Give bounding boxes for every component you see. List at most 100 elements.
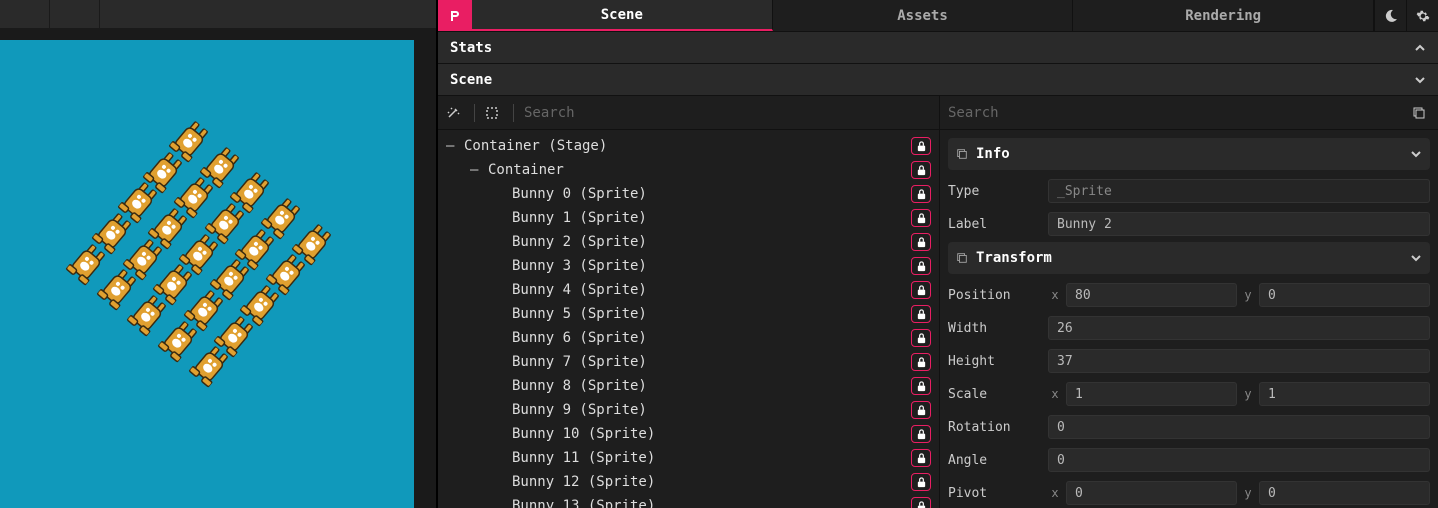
moon-icon — [1384, 9, 1398, 23]
label-field[interactable]: Bunny 2 — [1048, 212, 1430, 236]
tree-item-label: Bunny 9 (Sprite) — [512, 402, 911, 418]
props-search-row — [940, 96, 1438, 130]
tab-bar: Scene Assets Rendering — [438, 0, 1438, 32]
viewport-area — [0, 0, 436, 508]
scene-tree[interactable]: —Container (Stage)—ContainerBunny 0 (Spr… — [438, 130, 939, 508]
rotation-label: Rotation — [948, 420, 1044, 435]
info-section-header[interactable]: Info — [948, 138, 1430, 170]
lock-icon[interactable] — [911, 281, 931, 299]
scale-label: Scale — [948, 387, 1044, 402]
chevron-down-icon — [1410, 148, 1422, 160]
tree-item-sprite[interactable]: Bunny 11 (Sprite) — [438, 446, 939, 470]
tree-item-label: Bunny 6 (Sprite) — [512, 330, 911, 346]
tree-item-label: Bunny 1 (Sprite) — [512, 210, 911, 226]
tree-item-label: Container (Stage) — [464, 138, 911, 154]
height-field[interactable]: 37 — [1048, 349, 1430, 373]
lock-icon[interactable] — [911, 473, 931, 491]
type-field: _Sprite — [1048, 179, 1430, 203]
lock-icon[interactable] — [911, 233, 931, 251]
props-search-input[interactable] — [948, 105, 1402, 121]
lock-icon[interactable] — [911, 329, 931, 347]
stats-section-header[interactable]: Stats — [438, 32, 1438, 64]
tree-item-sprite[interactable]: Bunny 1 (Sprite) — [438, 206, 939, 230]
scene-canvas[interactable] — [0, 40, 414, 508]
tree-search-row — [438, 96, 939, 130]
theme-toggle-button[interactable] — [1374, 0, 1406, 31]
pivot-label: Pivot — [948, 486, 1044, 501]
lock-icon[interactable] — [911, 377, 931, 395]
chevron-down-icon — [1414, 74, 1426, 86]
pivot-x-field[interactable]: 0 — [1066, 481, 1237, 505]
tree-item-sprite[interactable]: Bunny 7 (Sprite) — [438, 350, 939, 374]
copy-icon — [956, 148, 968, 160]
transform-section-header[interactable]: Transform — [948, 242, 1430, 274]
tree-item-sprite[interactable]: Bunny 10 (Sprite) — [438, 422, 939, 446]
lock-icon[interactable] — [911, 257, 931, 275]
lock-icon[interactable] — [911, 425, 931, 443]
tree-search-input[interactable] — [524, 105, 931, 121]
tree-item-label: Bunny 13 (Sprite) — [512, 498, 911, 508]
lock-icon[interactable] — [911, 137, 931, 155]
tree-item-sprite[interactable]: Bunny 5 (Sprite) — [438, 302, 939, 326]
tree-item-sprite[interactable]: Bunny 2 (Sprite) — [438, 230, 939, 254]
tab-rendering[interactable]: Rendering — [1073, 0, 1374, 31]
copy-icon[interactable] — [1412, 106, 1430, 120]
lock-icon[interactable] — [911, 353, 931, 371]
tree-item-label: Bunny 7 (Sprite) — [512, 354, 911, 370]
copy-icon — [956, 252, 968, 264]
viewport-toolbar — [0, 0, 436, 28]
tree-item-sprite[interactable]: Bunny 12 (Sprite) — [438, 470, 939, 494]
selection-box-icon[interactable] — [485, 106, 503, 120]
tree-item-label: Bunny 4 (Sprite) — [512, 282, 911, 298]
lock-icon[interactable] — [911, 449, 931, 467]
scene-tree-column: —Container (Stage)—ContainerBunny 0 (Spr… — [438, 96, 940, 508]
collapse-toggle-icon[interactable]: — — [470, 162, 484, 178]
tab-assets[interactable]: Assets — [773, 0, 1074, 31]
info-title: Info — [976, 146, 1010, 162]
rotation-field[interactable]: 0 — [1048, 415, 1430, 439]
tree-item-label: Bunny 12 (Sprite) — [512, 474, 911, 490]
divider — [513, 104, 514, 122]
chevron-down-icon — [1410, 252, 1422, 264]
tree-item-sprite[interactable]: Bunny 9 (Sprite) — [438, 398, 939, 422]
position-x-field[interactable]: 80 — [1066, 283, 1237, 307]
tree-item-label: Bunny 8 (Sprite) — [512, 378, 911, 394]
tree-item-label: Bunny 11 (Sprite) — [512, 450, 911, 466]
lock-icon[interactable] — [911, 401, 931, 419]
pixi-logo-icon — [446, 7, 464, 25]
tree-item-sprite[interactable]: Bunny 13 (Sprite) — [438, 494, 939, 508]
width-field[interactable]: 26 — [1048, 316, 1430, 340]
pivot-y-field[interactable]: 0 — [1259, 481, 1430, 505]
tree-item-sprite[interactable]: Bunny 8 (Sprite) — [438, 374, 939, 398]
section-title: Scene — [450, 72, 492, 88]
angle-field[interactable]: 0 — [1048, 448, 1430, 472]
magic-wand-icon[interactable] — [446, 106, 464, 120]
toolbar-cell[interactable] — [0, 0, 50, 28]
tab-scene[interactable]: Scene — [472, 0, 773, 31]
lock-icon[interactable] — [911, 185, 931, 203]
tree-item-label: Bunny 0 (Sprite) — [512, 186, 911, 202]
axis-y: y — [1241, 486, 1255, 500]
lock-icon[interactable] — [911, 209, 931, 227]
scene-section-header[interactable]: Scene — [438, 64, 1438, 96]
toolbar-cell[interactable] — [50, 0, 100, 28]
position-y-field[interactable]: 0 — [1259, 283, 1430, 307]
tree-item-sprite[interactable]: Bunny 0 (Sprite) — [438, 182, 939, 206]
tree-item-sprite[interactable]: Bunny 3 (Sprite) — [438, 254, 939, 278]
tree-item-sprite[interactable]: Bunny 6 (Sprite) — [438, 326, 939, 350]
axis-x: x — [1048, 288, 1062, 302]
tree-item-container[interactable]: —Container (Stage) — [438, 134, 939, 158]
axis-x: x — [1048, 486, 1062, 500]
tree-item-sprite[interactable]: Bunny 4 (Sprite) — [438, 278, 939, 302]
properties-column: Info Type _Sprite Label Bunny 2 Transfor… — [940, 96, 1438, 508]
settings-button[interactable] — [1406, 0, 1438, 31]
tree-item-container[interactable]: —Container — [438, 158, 939, 182]
transform-title: Transform — [976, 250, 1052, 266]
lock-icon[interactable] — [911, 305, 931, 323]
scale-y-field[interactable]: 1 — [1259, 382, 1430, 406]
collapse-toggle-icon[interactable]: — — [446, 138, 460, 154]
lock-icon[interactable] — [911, 497, 931, 508]
pixi-logo-button[interactable] — [438, 0, 472, 31]
scale-x-field[interactable]: 1 — [1066, 382, 1237, 406]
lock-icon[interactable] — [911, 161, 931, 179]
